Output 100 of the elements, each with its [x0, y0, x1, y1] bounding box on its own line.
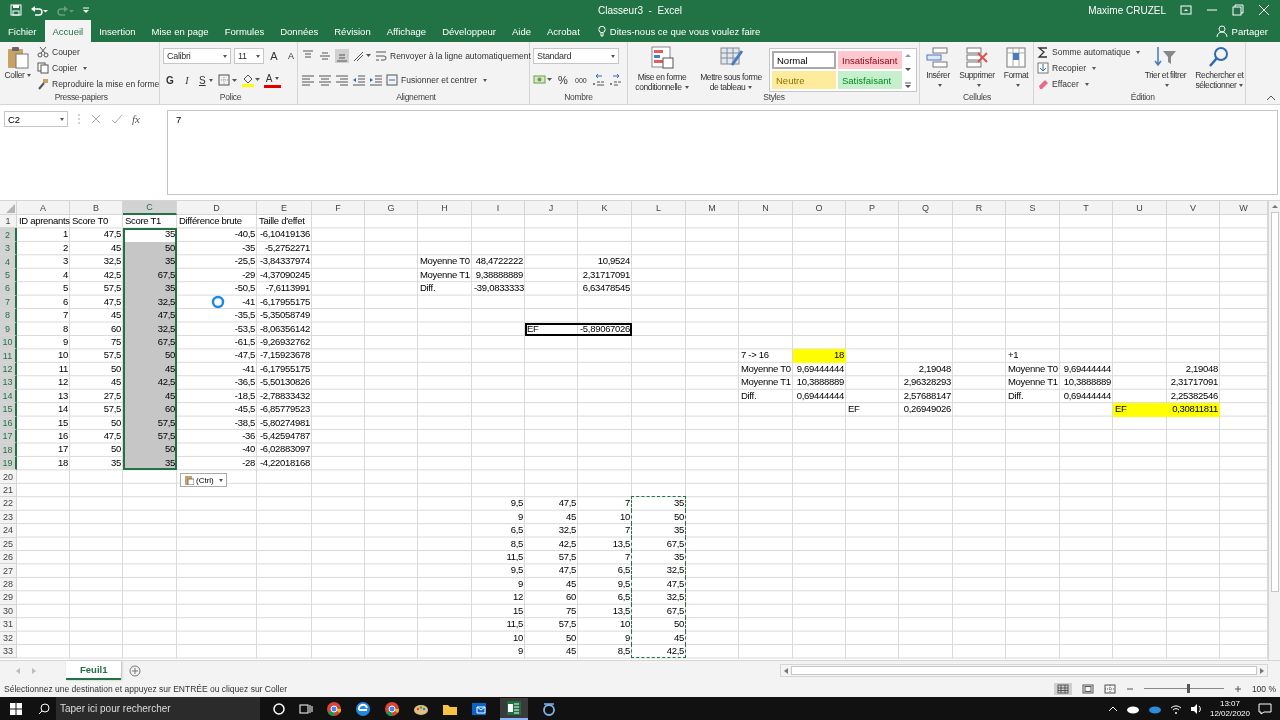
sheet-cell[interactable]: -6,10419136 [257, 228, 312, 242]
sheet-cell[interactable]: +1 [1006, 349, 1060, 363]
sheet-cell[interactable]: 35 [632, 497, 686, 511]
sheet-cell[interactable]: 11,5 [472, 550, 525, 565]
sheet-cell[interactable]: -5,42594787 [257, 430, 312, 444]
sheet-cell[interactable]: Moyenne T1 [739, 376, 793, 390]
column-header[interactable]: K [578, 201, 632, 215]
sheet-cell[interactable]: 11,5 [472, 618, 525, 632]
sheet-cell[interactable]: 8 [17, 322, 70, 336]
lightbulb-icon[interactable] [597, 25, 606, 37]
column-header[interactable]: L [632, 201, 686, 215]
sheet-cell[interactable]: 0,26949026 [899, 403, 953, 417]
sheet-cell[interactable]: 4 [17, 268, 70, 283]
sheet-cell[interactable]: 35 [70, 456, 123, 471]
sheet-cell[interactable]: Score T0 [70, 215, 123, 229]
paste-button[interactable]: Coller [3, 45, 33, 80]
column-header[interactable]: U [1113, 201, 1167, 215]
sheet-cell[interactable]: Moyenne T0 [418, 255, 472, 269]
sheet-cell[interactable]: -4,37090245 [257, 268, 312, 283]
swirl-icon[interactable] [355, 700, 371, 717]
column-header[interactable]: M [686, 201, 739, 215]
sheet-cell[interactable]: Diff. [1006, 389, 1060, 404]
sheet-cell[interactable]: 9 [472, 577, 525, 592]
sheet-cell[interactable]: -5,35058749 [257, 309, 312, 323]
sheet-cell[interactable]: 13,5 [578, 537, 632, 551]
horizontal-scrollbar[interactable] [780, 664, 1268, 677]
sheet-cell[interactable]: 2,57688147 [899, 389, 953, 404]
person-icon[interactable] [1215, 25, 1228, 37]
sheet-cell[interactable]: 50 [70, 416, 123, 430]
column-header[interactable]: H [418, 201, 472, 215]
row-header[interactable]: 18 [0, 443, 17, 457]
delete-button[interactable]: Supprimer [957, 45, 997, 90]
sheet-cell[interactable]: 45 [525, 645, 578, 659]
sheet-cell[interactable]: Moyenne T1 [1006, 376, 1060, 390]
sheet-cell[interactable]: 47,5 [70, 228, 123, 242]
sheet-cell[interactable]: -8,06356142 [257, 322, 312, 336]
row-header[interactable]: 11 [0, 349, 17, 363]
sheet-cell[interactable]: 35 [123, 255, 177, 269]
italic-button[interactable]: I [180, 72, 194, 88]
column-header[interactable]: B [70, 201, 123, 215]
sheet-cell[interactable]: 57,5 [70, 349, 123, 363]
row-header[interactable]: 33 [0, 645, 17, 659]
zoom-level[interactable]: 100 % [1251, 683, 1276, 694]
column-header[interactable]: W [1220, 201, 1268, 215]
sheet-cell[interactable]: 6,5 [472, 524, 525, 538]
sheet-cell[interactable]: 2,19048 [1167, 362, 1220, 377]
sheet-cell[interactable]: -25,5 [177, 255, 257, 269]
sheet-cell[interactable]: 12 [472, 591, 525, 605]
column-header[interactable]: I [472, 201, 525, 215]
sheet-cell[interactable]: 47,5 [525, 564, 578, 578]
sheet-cell[interactable]: 9,69444444 [793, 362, 846, 377]
currency-icon[interactable] [533, 73, 553, 87]
scroll-up-icon[interactable] [904, 51, 912, 59]
cell-style-item[interactable]: Normal [772, 51, 836, 69]
column-header[interactable]: C [123, 201, 177, 215]
column-header[interactable]: E [257, 201, 312, 215]
sheet-cell[interactable]: -7,6113991 [257, 282, 312, 296]
clear-button[interactable]: Effacer [1037, 77, 1141, 91]
ribbon-tab[interactable]: Accueil [44, 20, 92, 42]
ribbon-display-icon[interactable] [1180, 4, 1192, 16]
merge-button[interactable]: Fusionner et centrer [386, 73, 488, 87]
sheet-cell[interactable]: -2,78833432 [257, 389, 312, 404]
sheet-cell[interactable]: 5 [17, 282, 70, 296]
search-field[interactable]: Taper ici pour rechercher [56, 697, 260, 720]
sheet-cell[interactable]: 48,4722222 [472, 255, 525, 269]
sheet-cell[interactable]: -53,5 [177, 322, 257, 336]
sheet-cell[interactable]: -41 [177, 362, 257, 377]
sheet-cell[interactable]: 32,5 [525, 524, 578, 538]
sheet-cell[interactable]: Taille d'effet [257, 215, 312, 229]
format-button[interactable]: Format [1001, 45, 1031, 90]
row-header[interactable]: 1 [0, 215, 17, 229]
sheet-cell[interactable]: -18,5 [177, 389, 257, 404]
sheet-cell[interactable]: 10 [17, 349, 70, 363]
sheet-cell[interactable]: 47,5 [70, 430, 123, 444]
sheet-cell[interactable]: 6 [17, 295, 70, 310]
sheet-cell[interactable]: -5,50130826 [257, 376, 312, 390]
ribbon-tab[interactable]: Fichier [0, 20, 45, 42]
column-header[interactable]: D [177, 201, 257, 215]
sheet-cell[interactable]: 8,5 [472, 537, 525, 551]
sheet-cell[interactable]: 1 [17, 228, 70, 242]
sheet-cell[interactable]: EF [525, 322, 578, 336]
sheet-cell[interactable]: 67,5 [632, 604, 686, 619]
scroll-up-icon[interactable] [1270, 203, 1279, 209]
column-header[interactable]: P [846, 201, 899, 215]
decrease-indent-icon[interactable] [352, 73, 366, 87]
sheet-cell[interactable]: 6,5 [578, 591, 632, 605]
sheet-cell[interactable]: 32,5 [632, 564, 686, 578]
slider-thumb[interactable] [1186, 684, 1190, 693]
sheet-cell[interactable]: 9,5 [472, 564, 525, 578]
sheet-cell[interactable]: 75 [525, 604, 578, 619]
sheet-cell[interactable]: 3 [17, 255, 70, 269]
collapse-ribbon-icon[interactable] [1266, 94, 1276, 102]
column-header[interactable]: F [312, 201, 365, 215]
sheet-cell[interactable]: 10,3888889 [1060, 376, 1113, 390]
sheet-cell[interactable]: 57,5 [123, 430, 177, 444]
formula-field[interactable]: 7 [167, 110, 1278, 195]
borders-icon[interactable] [217, 74, 238, 86]
ribbon-tab[interactable]: Développeur [434, 20, 504, 42]
number-format-field[interactable]: Standard [533, 48, 619, 64]
sheet-cell[interactable]: Moyenne T0 [739, 362, 793, 377]
